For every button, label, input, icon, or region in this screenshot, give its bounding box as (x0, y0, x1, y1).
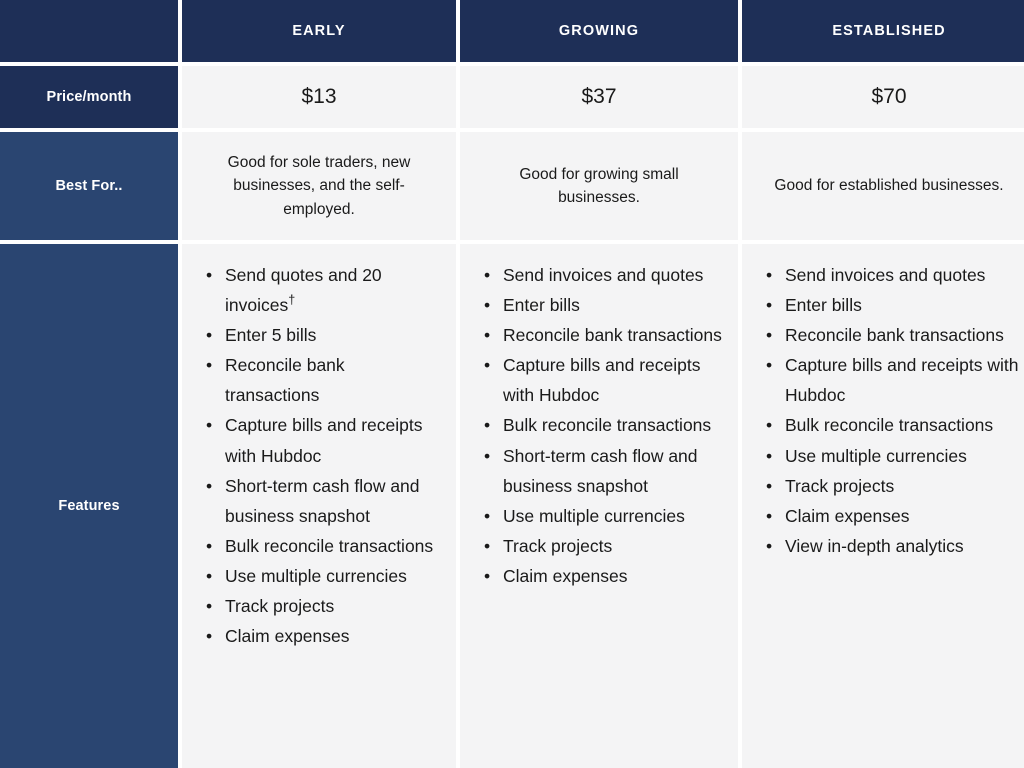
feature-item: Reconcile bank transactions (200, 350, 442, 410)
feature-item: Track projects (760, 471, 1022, 501)
feature-item: Capture bills and receipts with Hubdoc (200, 410, 442, 470)
row-label-text: Price/month (46, 89, 132, 105)
price-growing: $37 (460, 66, 738, 128)
price-value: $13 (301, 85, 337, 108)
footnote-marker: † (288, 293, 296, 308)
feature-item: Enter bills (760, 290, 1022, 320)
best-for-text: Good for established businesses. (774, 177, 1004, 195)
row-label-best-for: Best For.. (0, 132, 178, 240)
plan-name-label: EARLY (292, 23, 346, 39)
feature-item: Claim expenses (200, 621, 442, 651)
plan-name-label: ESTABLISHED (832, 23, 946, 39)
plan-name-label: GROWING (558, 23, 640, 39)
plan-header-early: EARLY (182, 0, 456, 62)
price-value: $37 (581, 85, 617, 108)
feature-item: Enter 5 bills (200, 320, 442, 350)
feature-item: Use multiple currencies (478, 501, 724, 531)
features-established: Send invoices and quotesEnter billsRecon… (742, 244, 1024, 768)
price-early: $13 (182, 66, 456, 128)
row-label-text: Features (58, 498, 120, 514)
feature-item: Bulk reconcile transactions (478, 410, 724, 440)
feature-list: Send invoices and quotesEnter billsRecon… (760, 260, 1022, 561)
best-for-established: Good for established businesses. (742, 132, 1024, 240)
feature-item: Track projects (478, 531, 724, 561)
feature-item: Send quotes and 20 invoices† (200, 260, 442, 320)
feature-item: Capture bills and receipts with Hubdoc (760, 350, 1022, 410)
price-established: $70 (742, 66, 1024, 128)
feature-item: Use multiple currencies (200, 561, 442, 591)
feature-item: Short-term cash flow and business snapsh… (200, 471, 442, 531)
features-early: Send quotes and 20 invoices†Enter 5 bill… (182, 244, 456, 768)
best-for-growing: Good for growing small businesses. (460, 132, 738, 240)
feature-item: Reconcile bank transactions (760, 320, 1022, 350)
feature-item: Claim expenses (478, 561, 724, 591)
feature-item: View in-depth analytics (760, 531, 1022, 561)
row-label-text: Best For.. (55, 178, 123, 194)
best-for-early: Good for sole traders, new businesses, a… (182, 132, 456, 240)
feature-item: Use multiple currencies (760, 441, 1022, 471)
price-value: $70 (871, 85, 907, 108)
feature-item: Send invoices and quotes (478, 260, 724, 290)
features-growing: Send invoices and quotesEnter billsRecon… (460, 244, 738, 768)
feature-item: Reconcile bank transactions (478, 320, 724, 350)
feature-item: Enter bills (478, 290, 724, 320)
feature-item: Short-term cash flow and business snapsh… (478, 441, 724, 501)
feature-item: Capture bills and receipts with Hubdoc (478, 350, 724, 410)
feature-item: Track projects (200, 591, 442, 621)
row-label-price: Price/month (0, 66, 178, 128)
plan-header-growing: GROWING (460, 0, 738, 62)
feature-item: Bulk reconcile transactions (760, 410, 1022, 440)
feature-item: Bulk reconcile transactions (200, 531, 442, 561)
feature-item: Send invoices and quotes (760, 260, 1022, 290)
best-for-text: Good for growing small businesses. (519, 165, 679, 206)
best-for-text: Good for sole traders, new businesses, a… (227, 154, 411, 218)
feature-item: Claim expenses (760, 501, 1022, 531)
feature-list: Send invoices and quotesEnter billsRecon… (478, 260, 724, 591)
pricing-comparison-table: EARLY GROWING ESTABLISHED Price/month $1… (0, 0, 1024, 768)
table-corner-cell (0, 0, 178, 62)
feature-list: Send quotes and 20 invoices†Enter 5 bill… (200, 260, 442, 651)
row-label-features: Features (0, 244, 178, 768)
plan-header-established: ESTABLISHED (742, 0, 1024, 62)
